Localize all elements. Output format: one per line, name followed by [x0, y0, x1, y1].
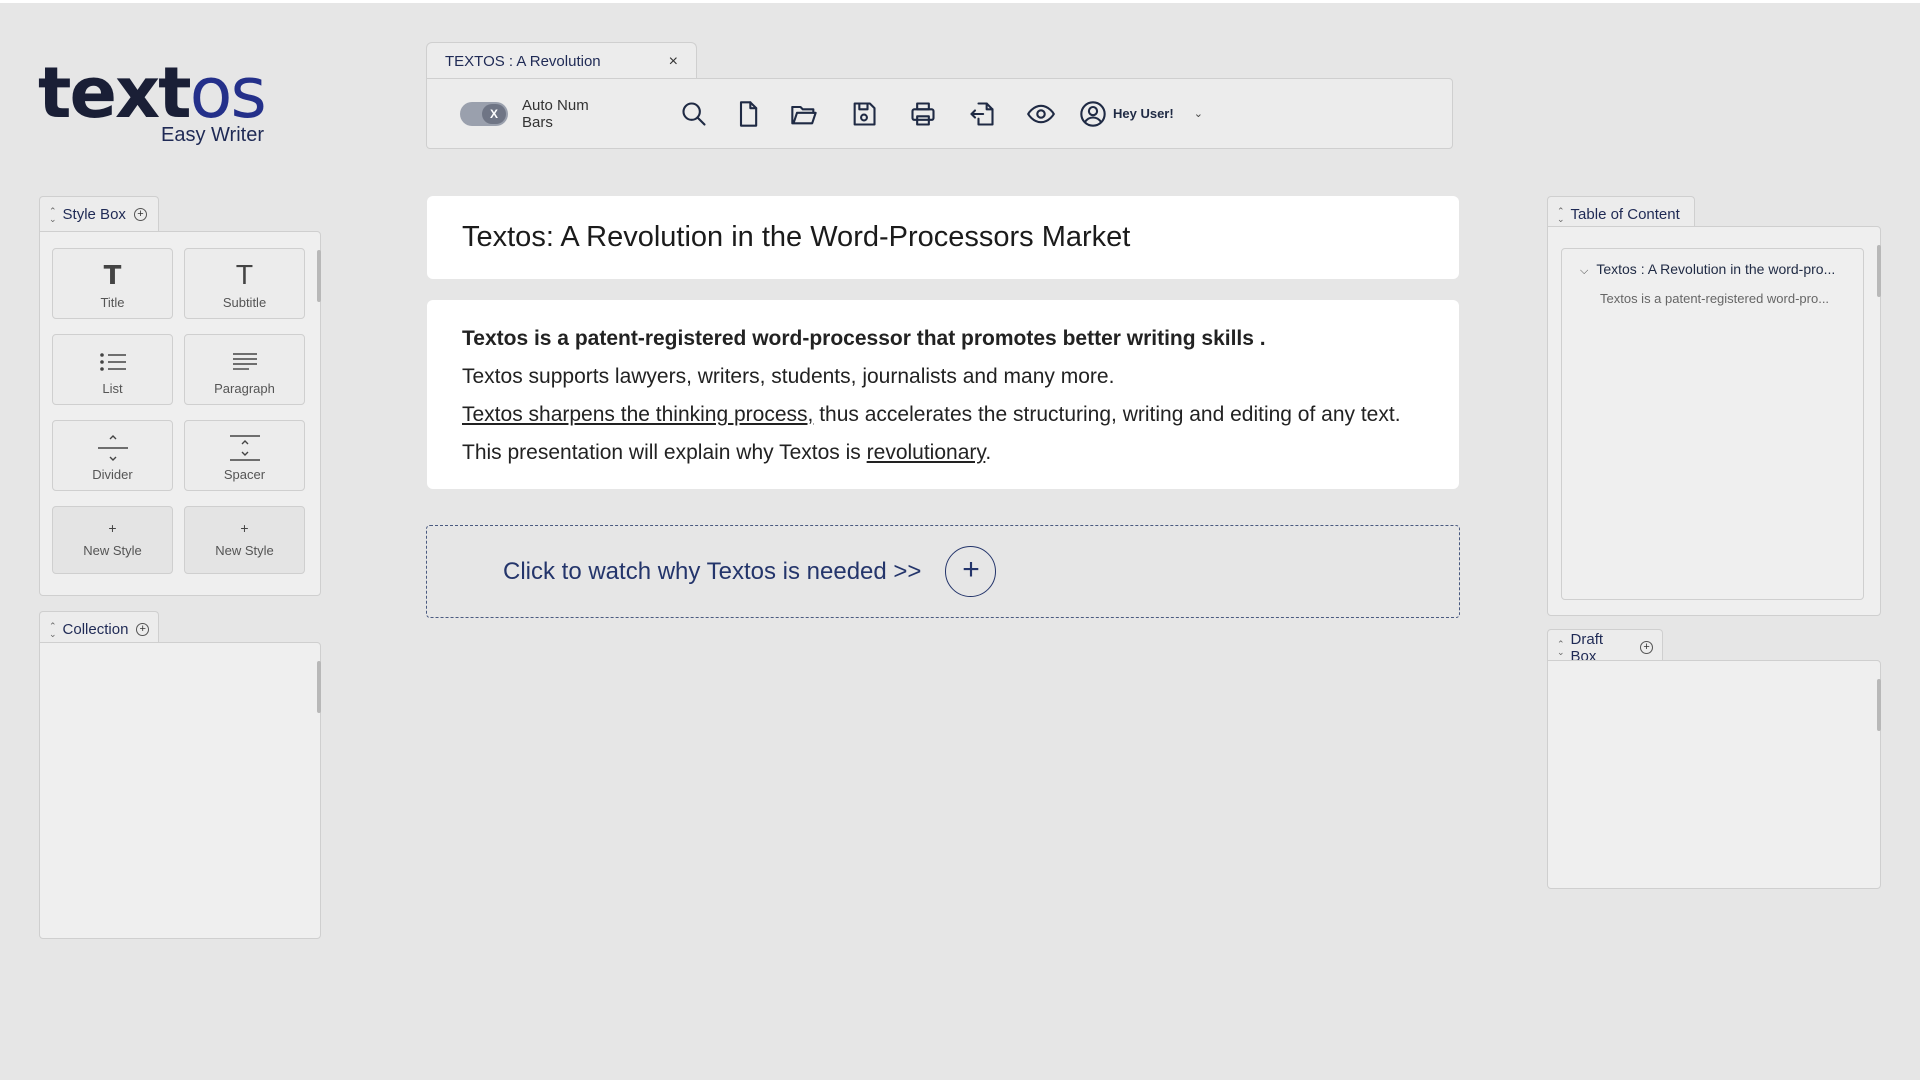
new-style-button[interactable]: + New Style — [52, 506, 173, 574]
logo-wordmark: textos — [38, 58, 268, 128]
logo-word-dark: text — [38, 52, 192, 134]
scrollbar[interactable] — [317, 661, 321, 713]
close-tab-icon[interactable]: × — [669, 53, 678, 71]
style-button-label: Spacer — [223, 467, 266, 482]
add-icon[interactable]: + — [136, 623, 149, 636]
add-icon: + — [108, 520, 117, 536]
toc-subentry[interactable]: Textos is a patent-registered word-pro..… — [1600, 291, 1829, 306]
style-button-label: New Style — [83, 543, 142, 558]
scrollbar[interactable] — [317, 250, 321, 302]
style-box-panel: T Title T Subtitle List Paragraph Divide… — [39, 231, 321, 596]
paragraph-line[interactable]: Textos supports lawyers, writers, studen… — [462, 358, 1424, 396]
new-style-button[interactable]: + New Style — [184, 506, 305, 574]
logo-word-blue: os — [189, 52, 267, 134]
paragraph-line[interactable]: Textos sharpens the thinking process, th… — [462, 396, 1424, 434]
list-icon — [99, 353, 126, 371]
document-title[interactable]: Textos: A Revolution in the Word-Process… — [427, 196, 1459, 279]
toc-title: Table of Content — [1570, 206, 1680, 223]
sort-icon[interactable]: ⌃ ⌄ — [1557, 639, 1565, 656]
paragraph-icon — [232, 353, 257, 370]
auto-num-bars-toggle[interactable]: X — [460, 101, 508, 126]
collection-panel — [39, 642, 321, 939]
spacer-icon — [229, 435, 260, 461]
text-span[interactable]: . — [985, 441, 991, 464]
scrollbar[interactable] — [1877, 245, 1881, 297]
chevron-down-icon[interactable]: ⌵ — [1580, 265, 1588, 277]
paragraph-line[interactable]: Textos is a patent-registered word-proce… — [462, 320, 1424, 358]
document-tab-title[interactable]: TEXTOS : A Revolution — [445, 53, 669, 70]
collection-title: Collection — [62, 621, 129, 638]
toolbar: X Auto Num Bars Hey User! ⌄ — [426, 78, 1453, 149]
style-button-label: Paragraph — [214, 381, 275, 396]
sort-icon[interactable]: ⌃ ⌄ — [1557, 206, 1565, 223]
watch-video-cta[interactable]: Click to watch why Textos is needed >> + — [426, 525, 1460, 618]
chevron-down-icon[interactable]: ⌄ — [1194, 107, 1203, 120]
folder-open-icon[interactable] — [788, 98, 820, 130]
new-file-icon[interactable] — [732, 98, 764, 130]
text-span[interactable]: thus accelerates the structuring, writin… — [813, 403, 1400, 426]
sort-icon[interactable]: ⌃ ⌄ — [49, 621, 57, 638]
preview-eye-icon[interactable] — [1025, 98, 1057, 130]
paragraph-line[interactable]: This presentation will explain why Texto… — [462, 434, 1424, 472]
style-list-button[interactable]: List — [52, 334, 173, 405]
cta-text[interactable]: Click to watch why Textos is needed >> — [503, 558, 921, 586]
style-subtitle-button[interactable]: T Subtitle — [184, 248, 305, 319]
add-circle-icon[interactable]: + — [945, 546, 997, 597]
draft-box-panel — [1547, 660, 1881, 889]
style-button-label: New Style — [215, 543, 274, 558]
style-spacer-button[interactable]: Spacer — [184, 420, 305, 491]
style-button-label: Subtitle — [222, 295, 267, 310]
style-divider-button[interactable]: Divider — [52, 420, 173, 491]
auto-num-bars-label: Auto Num Bars — [522, 96, 589, 131]
text-span[interactable]: This presentation will explain why Texto… — [462, 441, 867, 464]
divider-icon — [97, 435, 128, 461]
toc-list: ⌵ Textos : A Revolution in the word-pro..… — [1561, 248, 1864, 600]
save-icon[interactable] — [848, 98, 880, 130]
add-icon[interactable]: + — [133, 208, 147, 221]
add-icon: + — [240, 520, 249, 536]
style-box-title: Style Box — [62, 206, 126, 223]
add-icon[interactable]: + — [1640, 641, 1653, 654]
document-tab[interactable]: TEXTOS : A Revolution × — [426, 42, 697, 80]
document-body[interactable]: Textos is a patent-registered word-proce… — [427, 300, 1459, 489]
sort-icon[interactable]: ⌃ ⌄ — [49, 206, 57, 223]
logo-subtitle: Easy Writer — [161, 124, 264, 146]
user-menu[interactable]: Hey User! ⌄ — [1079, 100, 1203, 128]
underlined-text[interactable]: Textos sharpens the thinking process, — [462, 403, 813, 426]
style-button-label: List — [102, 381, 123, 396]
print-icon[interactable] — [907, 98, 939, 130]
style-title-button[interactable]: T Title — [52, 248, 173, 319]
title-icon: T — [103, 261, 122, 291]
export-icon[interactable] — [966, 98, 998, 130]
search-icon[interactable] — [678, 98, 710, 130]
toc-entry-label[interactable]: Textos : A Revolution in the word-pro... — [1596, 261, 1835, 277]
app-logo: textos Easy Writer — [38, 58, 268, 150]
toggle-knob[interactable]: X — [482, 103, 506, 124]
style-box-tab[interactable]: ⌃ ⌄ Style Box + — [39, 196, 159, 232]
style-button-label: Divider — [92, 467, 133, 482]
style-paragraph-button[interactable]: Paragraph — [184, 334, 305, 405]
underlined-text[interactable]: revolutionary — [867, 441, 986, 464]
toc-entry[interactable]: ⌵ Textos : A Revolution in the word-pro..… — [1580, 261, 1835, 278]
user-avatar-icon[interactable] — [1079, 100, 1107, 128]
top-border — [0, 0, 1920, 3]
scrollbar[interactable] — [1877, 679, 1881, 731]
user-name[interactable]: Hey User! — [1113, 106, 1174, 121]
style-button-label: Title — [100, 295, 125, 310]
subtitle-icon: T — [236, 261, 253, 291]
